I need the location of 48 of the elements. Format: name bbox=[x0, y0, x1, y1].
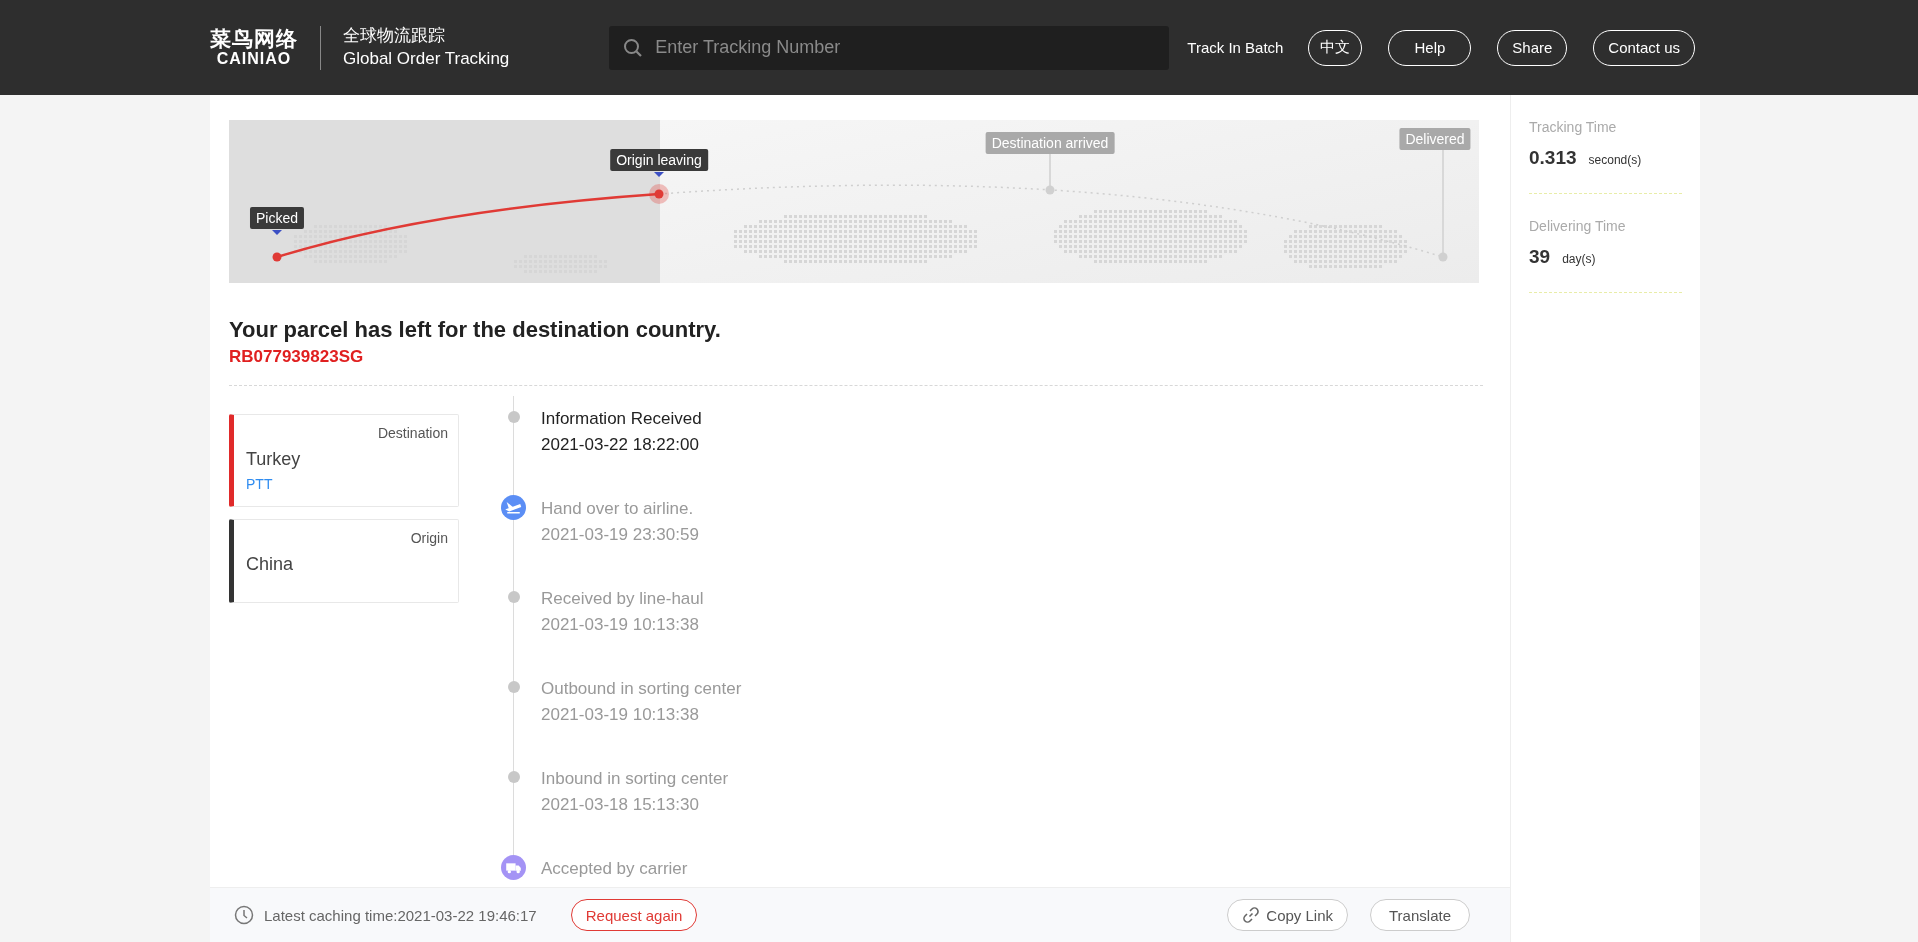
event-name: Information Received bbox=[541, 408, 702, 430]
event-time: 2021-03-22 18:22:00 bbox=[541, 434, 700, 456]
link-icon bbox=[1242, 906, 1261, 924]
milestone-label: Origin leaving bbox=[610, 149, 708, 171]
event-time: 2021-03-19 23:30:59 bbox=[541, 524, 699, 546]
card-caption: Origin bbox=[409, 530, 448, 546]
event-time: 2021-03-18 15:13:30 bbox=[541, 794, 700, 816]
tracking-number: RB077939823SG bbox=[229, 347, 365, 367]
stat-unit: day(s) bbox=[1562, 252, 1596, 266]
milestone-label: Picked bbox=[250, 207, 304, 229]
carrier-name: PTT bbox=[246, 476, 274, 492]
timeline-dot bbox=[507, 411, 520, 423]
timeline-dot bbox=[507, 771, 520, 783]
label-pointer-icon bbox=[272, 230, 282, 235]
country-name: China bbox=[246, 554, 295, 575]
clock-icon bbox=[234, 905, 254, 925]
site-title: 全球物流跟踪 bbox=[343, 25, 446, 48]
track-in-batch-link[interactable]: Track In Batch bbox=[1187, 39, 1284, 56]
airplane-icon bbox=[501, 495, 526, 520]
timeline-dot bbox=[507, 591, 520, 603]
site-subtitle: Global Order Tracking bbox=[343, 47, 510, 70]
card-caption: Destination bbox=[376, 425, 448, 441]
stat-label: Tracking Time bbox=[1529, 119, 1618, 135]
country-name: Turkey bbox=[246, 449, 302, 470]
stat-label: Delivering Time bbox=[1529, 218, 1627, 234]
caching-time-text: Latest caching time:2021-03-22 19:46:17 bbox=[264, 906, 537, 924]
cainiao-logo[interactable]: 菜鸟网络 CAINIAO bbox=[210, 27, 298, 68]
timeline-dot bbox=[507, 681, 520, 693]
event-name: Accepted by carrier bbox=[541, 858, 688, 880]
stat-value: 0.313 bbox=[1529, 147, 1577, 169]
event-time: 2021-03-19 10:13:38 bbox=[541, 704, 700, 726]
stat-value: 39 bbox=[1529, 246, 1551, 268]
milestone-label: Destination arrived bbox=[985, 132, 1115, 154]
event-name: Received by line-haul bbox=[541, 588, 704, 610]
copy-link-button[interactable]: Copy Link bbox=[1227, 899, 1348, 931]
search-icon bbox=[623, 37, 644, 58]
milestone-label: Delivered bbox=[1399, 128, 1471, 150]
truck-icon bbox=[501, 855, 526, 880]
event-time: 2021-03-19 10:13:38 bbox=[541, 614, 700, 636]
search-field[interactable]: Enter Tracking Number bbox=[609, 25, 1170, 70]
event-name: Outbound in sorting center bbox=[541, 678, 742, 700]
stat-unit: second(s) bbox=[1588, 153, 1642, 167]
event-name: Hand over to airline. bbox=[541, 498, 695, 520]
label-pointer-icon bbox=[654, 172, 664, 177]
status-heading: Your parcel has left for the destination country. bbox=[229, 317, 722, 343]
request-again-button[interactable]: Request again bbox=[570, 899, 698, 931]
translate-button[interactable]: Translate bbox=[1370, 899, 1470, 931]
event-name: Inbound in sorting center bbox=[541, 768, 729, 790]
